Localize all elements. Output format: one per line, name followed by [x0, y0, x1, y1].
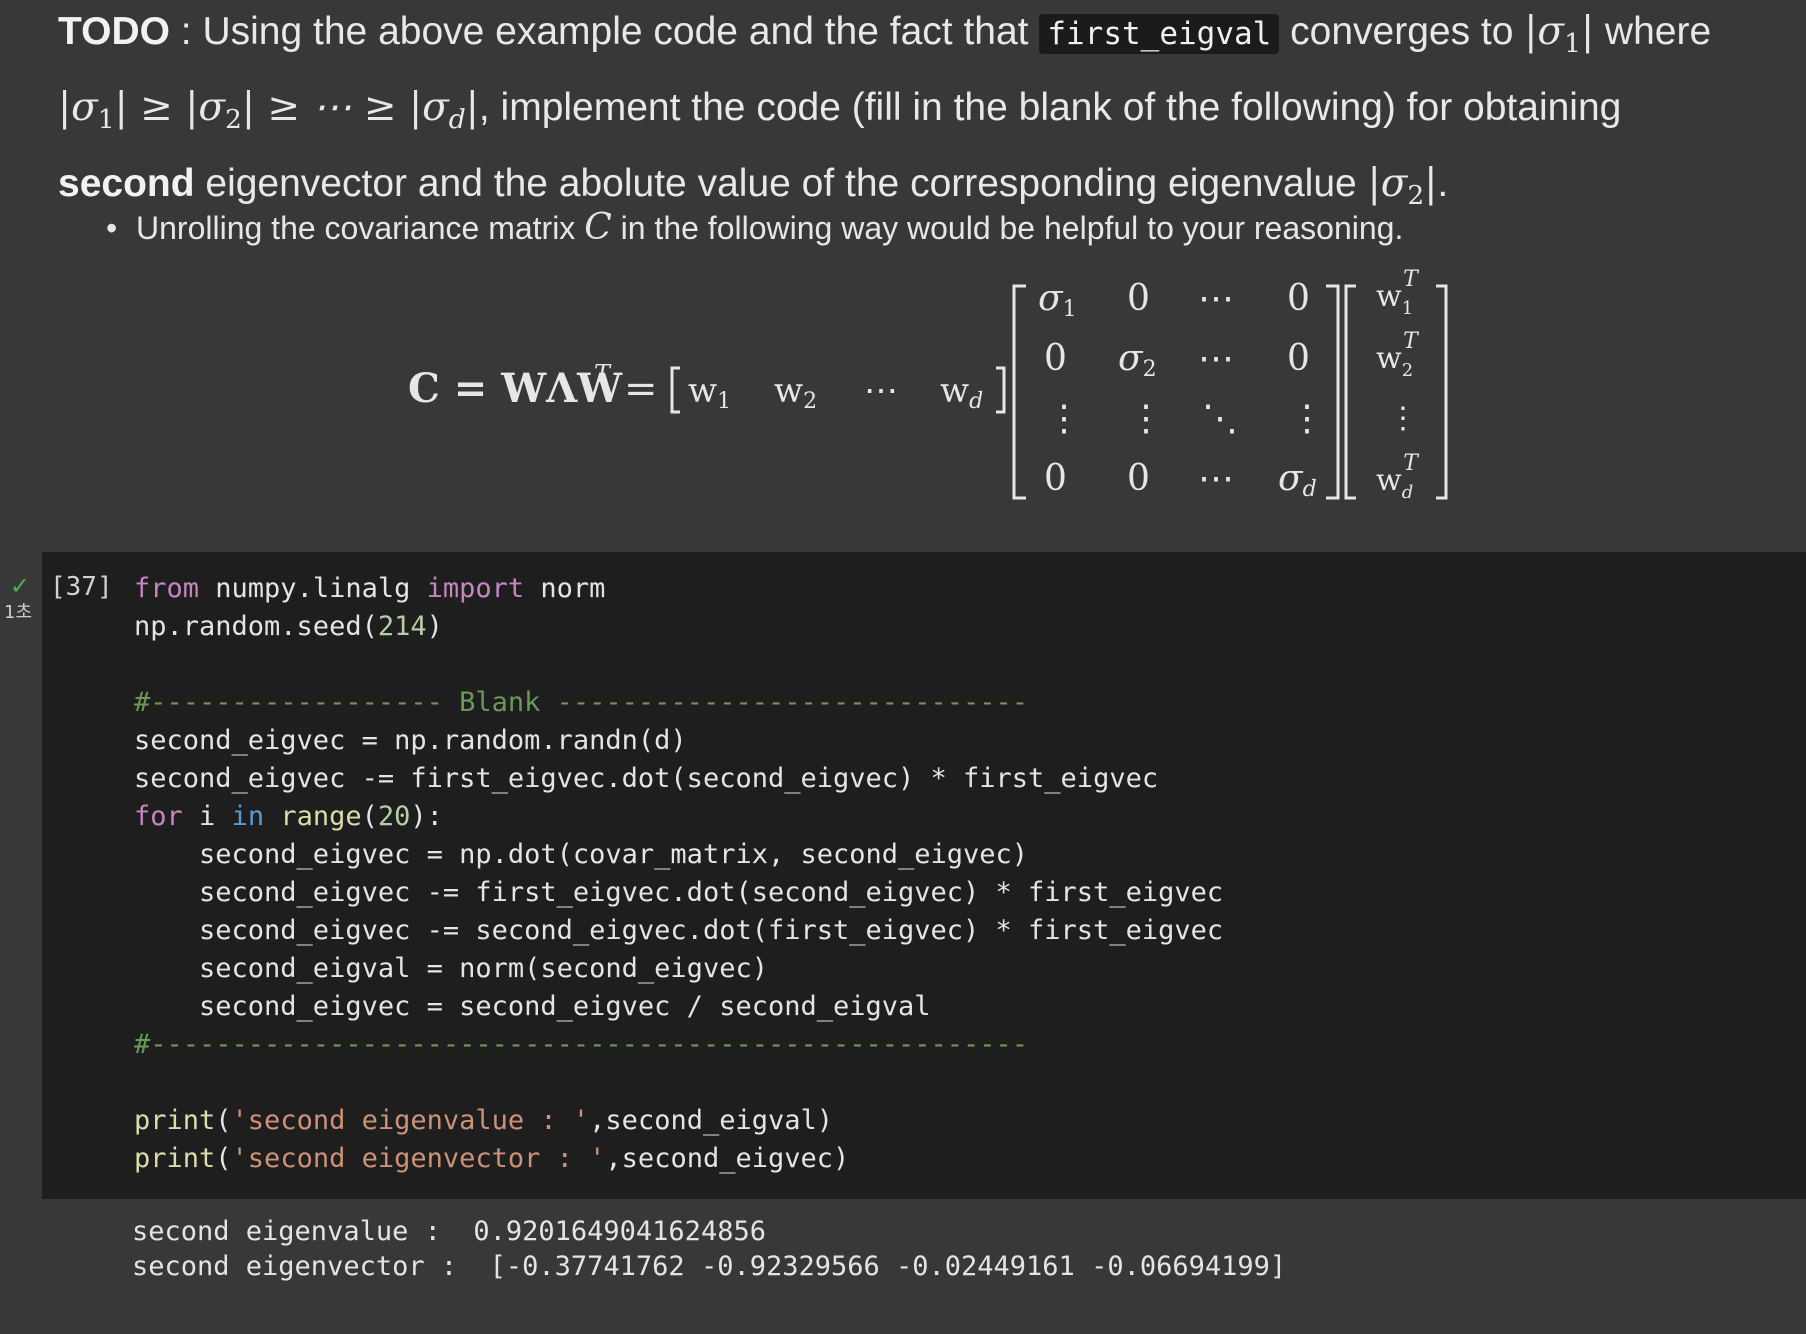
intro-text-3: where	[1594, 10, 1712, 53]
math-abs-sigma1: |σ1|	[1524, 9, 1595, 59]
output-line-eigenvector: second eigenvector : [-0.37741762 -0.923…	[132, 1251, 1287, 1282]
svg-text:0: 0	[1287, 278, 1310, 319]
intro-text-2: converges to	[1279, 10, 1525, 53]
intro-text-5: eigenvector and the abolute value of the…	[194, 161, 1368, 205]
svg-text:⋯: ⋯	[1198, 338, 1234, 379]
math-abs-sigma2: |σ2|	[1367, 160, 1438, 211]
svg-text:0: 0	[1287, 338, 1310, 379]
svg-text:⋮: ⋮	[1388, 401, 1418, 436]
svg-text:w1: w1	[688, 371, 731, 414]
svg-text:T: T	[594, 360, 612, 388]
svg-text:⋯: ⋯	[864, 371, 898, 411]
cell-output: second eigenvalue : 0.9201649041624856 se…	[132, 1214, 1286, 1284]
bullet-text-1: Unrolling the covariance matrix	[136, 210, 585, 246]
svg-text:⋱: ⋱	[1202, 398, 1238, 439]
svg-text:⋯: ⋯	[1198, 278, 1234, 319]
markdown-cell: TODO : Using the above example code and …	[0, 0, 1806, 552]
svg-text:⋮: ⋮	[1128, 398, 1164, 439]
intro-text-1: : Using the above example code and the f…	[169, 10, 1040, 53]
svg-text:0: 0	[1044, 458, 1067, 499]
svg-text:C = WΛW: C = WΛW	[408, 365, 623, 412]
svg-text:0: 0	[1127, 278, 1150, 319]
svg-text:0: 0	[1044, 338, 1067, 379]
svg-text:σ2: σ2	[1118, 338, 1157, 382]
svg-text:⋮: ⋮	[1289, 398, 1325, 439]
svg-text:w2T: w2T	[1376, 329, 1420, 381]
svg-text:w1T: w1T	[1376, 267, 1420, 319]
bullet-var: C	[584, 207, 612, 248]
svg-text:⋯: ⋯	[1198, 458, 1234, 499]
run-time: 1초	[4, 602, 33, 623]
execution-count: [37]	[50, 572, 113, 602]
cell-gutter	[0, 552, 42, 1199]
code-editor[interactable]: from numpy.linalg import norm np.random.…	[134, 570, 1223, 1178]
output-line-eigenvalue: second eigenvalue : 0.9201649041624856	[132, 1216, 766, 1247]
svg-text:=: =	[624, 366, 658, 412]
todo-label: TODO	[58, 10, 170, 53]
bullet-dot: •	[106, 210, 118, 246]
svg-text:⋮: ⋮	[1046, 398, 1082, 439]
svg-text:σd: σd	[1278, 458, 1317, 502]
svg-text:σ1: σ1	[1038, 278, 1077, 322]
equation-block: C = WΛW T = w1 w2 ⋯ wd σ1 0 ⋯ 0 0 σ2 ⋯ 0…	[408, 267, 1448, 503]
bullet-text-2: in the following way would be helpful to…	[611, 210, 1404, 246]
bold-second: second	[58, 161, 195, 205]
math-ordering: |σ1| ≥ |σ2| ≥ ⋯ ≥ |σd|	[58, 84, 479, 135]
todo-paragraph: TODO : Using the above example code and …	[58, 9, 1712, 211]
bullet-item: • Unrolling the covariance matrix C in th…	[106, 206, 1403, 250]
checkmark-icon: ✓	[10, 572, 31, 600]
svg-text:0: 0	[1127, 458, 1150, 499]
svg-text:wdT: wdT	[1376, 451, 1420, 503]
inline-code-first-eigval: first_eigval	[1039, 14, 1280, 54]
svg-text:wd: wd	[940, 371, 983, 414]
intro-text-4: , implement the code (fill in the blank …	[478, 85, 1622, 129]
svg-text:w2: w2	[774, 371, 817, 414]
